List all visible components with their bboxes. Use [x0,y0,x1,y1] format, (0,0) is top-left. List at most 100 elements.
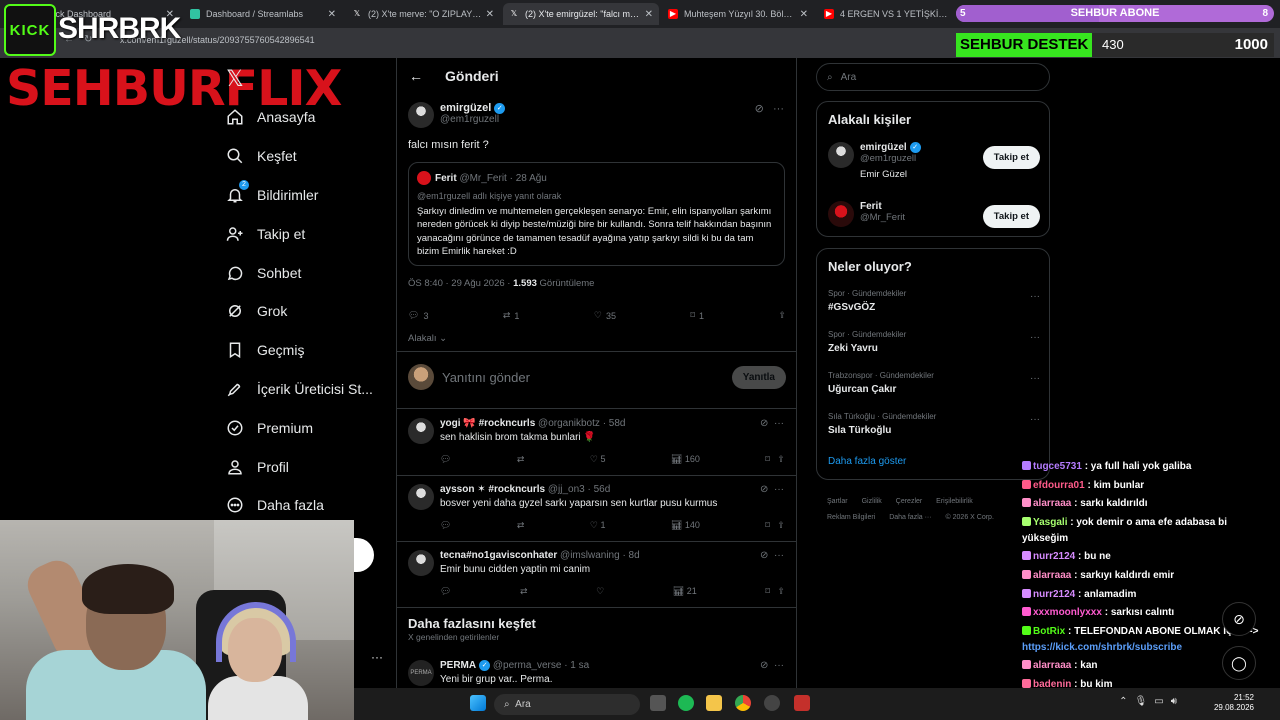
folder-icon[interactable] [706,695,722,711]
chat-username[interactable]: xxxmoonlyxxx [1033,607,1102,618]
reply-post[interactable]: tecna#no1gavisconhater @imslwaning · 8d … [397,542,796,608]
browser-tab[interactable]: Dashboard / Streamlabs ✕ [184,3,342,25]
reply-author[interactable]: yogi 🎀 #rockncurls [440,418,535,429]
chat-link[interactable]: https://kick.com/shrbrk/subscribe [1022,642,1182,653]
grok-icon[interactable]: ⊘ [1222,602,1256,636]
reply-author[interactable]: tecna#no1gavisconhater [440,550,557,561]
reply-icon[interactable]: 💬︎ [440,454,451,465]
more-options-icon[interactable]: ··· [1030,291,1040,302]
views-button[interactable]: 📊︎ 21 [673,586,697,597]
more-options-icon[interactable]: ··· [1030,332,1040,343]
close-icon[interactable]: ✕ [328,9,336,20]
more-options-icon[interactable]: ··· [773,103,784,115]
browser-tab[interactable]: 𝕏 (2) X'te merve: "O ZIPLAYIS NE" ✕ [346,3,500,25]
like-button[interactable]: ♡ [596,586,604,597]
clock[interactable]: 21:52 29.08.2026 [1214,693,1254,713]
app-icon[interactable] [764,695,780,711]
trend-item[interactable]: Spor · Gündemdekiler #GSvGÖZ ··· [828,289,1040,313]
nav-home[interactable]: Anasayfa [226,98,373,137]
browser-tab[interactable]: ▶ Muhteşem Yüzyıl 30. Bölüm (4K ✕ [662,3,814,25]
my-avatar[interactable] [408,364,434,390]
trend-item[interactable]: Sıla Türkoğlu · Gündemdekiler Sıla Türko… [828,412,1040,436]
close-icon[interactable]: ✕ [800,9,808,20]
x-logo[interactable]: 𝕏 [226,66,244,92]
quoted-post[interactable]: Ferit @Mr_Ferit · 28 Ağu @em1rguzell adl… [408,162,785,266]
footer-link[interactable]: Daha fazla ··· [889,510,931,526]
repost-icon[interactable]: ⇄ [517,454,525,465]
footer-link[interactable]: Erişilebilirlik [936,494,973,510]
show-more-link[interactable]: Daha fazla göster [828,456,906,467]
chat-username[interactable]: BotRix [1033,626,1065,637]
taskbar-search[interactable]: ⌕ Ara [494,694,640,715]
nav-creator-studio[interactable]: İçerik Üreticisi St... [226,370,373,409]
system-tray-icons[interactable]: ⌃🎙︎▭🔊︎ [1119,696,1184,707]
author-handle[interactable]: @em1rguzell [440,114,505,125]
like-button[interactable]: ♡ 1 [590,520,606,531]
reply-icon[interactable]: 💬︎ [440,586,451,597]
nav-follow[interactable]: Takip et [226,214,373,253]
person-name[interactable]: Ferit [860,201,905,212]
trend-item[interactable]: Spor · Gündemdekiler Zeki Yavru ··· [828,330,1040,354]
post-author[interactable]: PERMA [440,660,476,671]
quote-author[interactable]: Ferit [435,173,457,184]
messages-icon[interactable]: ◯ [1222,646,1256,680]
more-options-icon[interactable]: ··· [1030,414,1040,425]
chat-username[interactable]: alarraaa [1033,498,1071,509]
repost-icon[interactable]: ⇄ [520,586,528,597]
footer-link[interactable]: Gizlilik [862,494,882,510]
bookmark-button[interactable]: ⌑ 1 [690,310,704,321]
bookmark-icon[interactable]: ⌑ ⇪ [765,586,785,597]
reply-post[interactable]: yogi 🎀 #rockncurls @organikbotz · 58d ⊘ … [397,410,796,476]
chat-username[interactable]: alarraaa [1033,570,1071,581]
search-input[interactable]: ⌕ Ara [816,63,1050,91]
avatar[interactable] [408,102,434,128]
browser-tab-active[interactable]: 𝕏 (2) X'te emirgüzel: "falcı mısın f ✕ [503,3,659,25]
more-options-icon[interactable]: ··· [774,550,784,561]
views-button[interactable]: 📊︎ 160 [671,454,700,465]
post-timestamp[interactable]: ÖS 8:40 · 29 Ağu 2026 · [408,278,510,289]
views-button[interactable]: 📊︎ 140 [671,520,700,531]
repost-button[interactable]: ⇄ 1 [503,310,520,321]
avatar[interactable] [828,142,854,168]
footer-link[interactable]: Reklam Bilgileri [827,510,875,526]
avatar[interactable]: PERMA [408,660,434,686]
person-card[interactable]: emirgüzel ✓ @em1rguzell Emir Güzel Takip … [828,142,1040,180]
avatar[interactable] [417,171,431,185]
follow-button[interactable]: Takip et [982,146,1040,169]
send-reply-button[interactable]: Yanıtla [731,365,786,389]
back-arrow-icon[interactable]: ← [409,68,423,84]
grok-icon[interactable]: ⊘ [755,103,764,115]
spotify-icon[interactable] [678,695,694,711]
nav-grok[interactable]: Grok [226,292,373,331]
reply-button[interactable]: 💬︎ 3 [408,310,428,321]
share-button[interactable]: ⇪ [778,310,786,321]
reply-input[interactable]: Yanıtını gönder [442,370,732,385]
more-options-icon[interactable]: ··· [774,660,784,671]
reply-author[interactable]: aysson ✶ #rockncurls [440,484,545,495]
avatar[interactable] [408,550,434,576]
more-options-icon[interactable]: ··· [774,484,784,495]
reply-icon[interactable]: 💬︎ [440,520,451,531]
bookmark-icon[interactable]: ⌑ ⇪ [765,520,785,531]
reply-post[interactable]: aysson ✶ #rockncurls @jj_on3 · 56d ⊘ ···… [397,476,796,542]
avatar[interactable] [828,201,854,227]
task-view-icon[interactable] [650,695,666,711]
grok-icon[interactable]: ⊘ [760,484,768,495]
author-name[interactable]: emirgüzel [440,102,491,114]
close-icon[interactable]: ✕ [486,9,494,20]
post-button[interactable] [354,538,374,572]
nav-chat[interactable]: Sohbet [226,253,373,292]
nav-premium[interactable]: Premium [226,408,373,447]
nav-explore[interactable]: Keşfet [226,137,373,176]
avatar[interactable] [408,484,434,510]
windows-start-icon[interactable] [470,695,486,711]
chat-username[interactable]: nurr2124 [1033,551,1075,562]
more-options-icon[interactable]: ··· [774,418,784,429]
obs-icon[interactable] [794,695,810,711]
account-menu-icon[interactable]: ··· [371,650,383,664]
avatar[interactable] [408,418,434,444]
trend-item[interactable]: Trabzonspor · Gündemdekiler Uğurcan Çakı… [828,371,1040,395]
nav-more[interactable]: Daha fazla [226,486,373,525]
person-name[interactable]: emirgüzel [860,142,907,153]
browser-tab[interactable]: ▶ 4 ERGEN VS 1 YETİŞKİN! | HAN [818,3,954,25]
